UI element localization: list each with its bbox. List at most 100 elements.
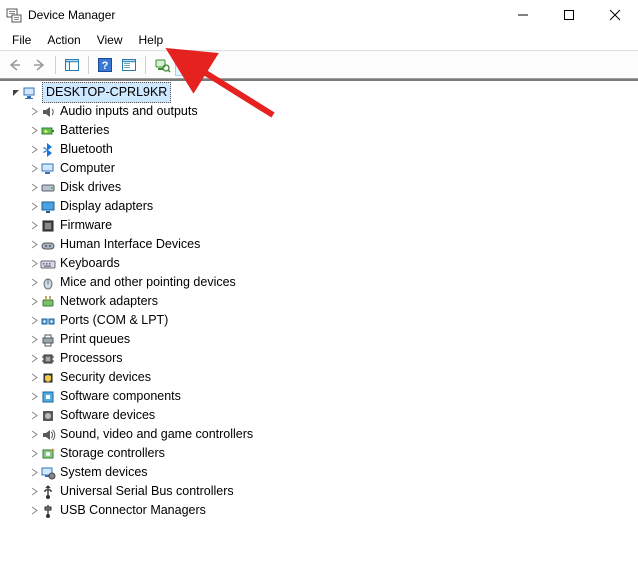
usbconn-icon xyxy=(40,503,56,519)
tree-item[interactable]: Display adapters xyxy=(28,197,638,216)
keyboard-icon xyxy=(40,256,56,272)
disk-icon xyxy=(40,180,56,196)
toolbar-help-button[interactable]: ? xyxy=(94,54,116,76)
toolbar-showhide-button[interactable] xyxy=(61,54,83,76)
tree-item[interactable]: Network adapters xyxy=(28,292,638,311)
tree-item[interactable]: Print queues xyxy=(28,330,638,349)
chevron-right-icon[interactable] xyxy=(28,202,40,211)
tree-item[interactable]: Bluetooth xyxy=(28,140,638,159)
svg-text:?: ? xyxy=(102,60,109,72)
toolbar-monitor-button[interactable] xyxy=(175,54,197,76)
sound-icon xyxy=(40,427,56,443)
chevron-right-icon[interactable] xyxy=(28,221,40,230)
tree-item-label: Human Interface Devices xyxy=(60,235,200,254)
chevron-right-icon[interactable] xyxy=(28,506,40,515)
chevron-right-icon[interactable] xyxy=(28,487,40,496)
menu-view[interactable]: View xyxy=(89,32,131,48)
tree-item-label: Sound, video and game controllers xyxy=(60,425,253,444)
tree-item-label: Keyboards xyxy=(60,254,120,273)
security-icon xyxy=(40,370,56,386)
chevron-right-icon[interactable] xyxy=(28,411,40,420)
chevron-right-icon[interactable] xyxy=(28,126,40,135)
chevron-right-icon[interactable] xyxy=(28,316,40,325)
chevron-right-icon[interactable] xyxy=(28,468,40,477)
tree-item-label: Firmware xyxy=(60,216,112,235)
chevron-right-icon[interactable] xyxy=(28,297,40,306)
window-title: Device Manager xyxy=(28,8,115,22)
tree-item[interactable]: Firmware xyxy=(28,216,638,235)
tree-root-row[interactable]: DESKTOP-CPRL9KR xyxy=(10,83,638,102)
swcomp-icon xyxy=(40,389,56,405)
maximize-button[interactable] xyxy=(546,0,592,30)
tree-item-label: Display adapters xyxy=(60,197,153,216)
toolbar-action-button[interactable] xyxy=(118,54,140,76)
tree-item-label: Bluetooth xyxy=(60,140,113,159)
menu-file[interactable]: File xyxy=(4,32,39,48)
close-button[interactable] xyxy=(592,0,638,30)
toolbar-forward-button[interactable] xyxy=(28,54,50,76)
system-icon xyxy=(40,465,56,481)
tree-item[interactable]: Disk drives xyxy=(28,178,638,197)
chevron-right-icon[interactable] xyxy=(28,240,40,249)
chevron-right-icon[interactable] xyxy=(28,354,40,363)
chevron-right-icon[interactable] xyxy=(28,335,40,344)
tree-item[interactable]: Audio inputs and outputs xyxy=(28,102,638,121)
tree-item-label: Disk drives xyxy=(60,178,121,197)
tree-item[interactable]: Software components xyxy=(28,387,638,406)
tree-item-label: Audio inputs and outputs xyxy=(60,102,198,121)
tree-item[interactable]: Storage controllers xyxy=(28,444,638,463)
tree-item[interactable]: Security devices xyxy=(28,368,638,387)
tree-item-label: Software devices xyxy=(60,406,155,425)
audio-icon xyxy=(40,104,56,120)
tree-item[interactable]: Computer xyxy=(28,159,638,178)
tree-children: Audio inputs and outputsBatteriesBluetoo… xyxy=(28,102,638,520)
chevron-right-icon[interactable] xyxy=(28,145,40,154)
tree-item-label: Processors xyxy=(60,349,123,368)
toolbar-back-button[interactable] xyxy=(4,54,26,76)
chevron-right-icon[interactable] xyxy=(28,259,40,268)
chevron-right-icon[interactable] xyxy=(28,392,40,401)
tree-item-label: Batteries xyxy=(60,121,109,140)
tree-item[interactable]: Ports (COM & LPT) xyxy=(28,311,638,330)
tree-item[interactable]: Software devices xyxy=(28,406,638,425)
computer-root-icon xyxy=(22,85,38,101)
firmware-icon xyxy=(40,218,56,234)
chevron-right-icon[interactable] xyxy=(28,164,40,173)
menu-help[interactable]: Help xyxy=(131,32,172,48)
tree-item-label: Universal Serial Bus controllers xyxy=(60,482,234,501)
menu-bar: File Action View Help xyxy=(0,30,638,50)
mouse-icon xyxy=(40,275,56,291)
hid-icon xyxy=(40,237,56,253)
chevron-right-icon[interactable] xyxy=(28,107,40,116)
tree-item-label: Network adapters xyxy=(60,292,158,311)
printer-icon xyxy=(40,332,56,348)
tree-item[interactable]: Processors xyxy=(28,349,638,368)
tree-item-label: Storage controllers xyxy=(60,444,165,463)
menu-action[interactable]: Action xyxy=(39,32,88,48)
chevron-right-icon[interactable] xyxy=(28,449,40,458)
bluetooth-icon xyxy=(40,142,56,158)
tree-item-label: Software components xyxy=(60,387,181,406)
app-icon xyxy=(6,7,22,23)
tree-root-label[interactable]: DESKTOP-CPRL9KR xyxy=(42,82,171,103)
chevron-right-icon[interactable] xyxy=(28,373,40,382)
tree-item[interactable]: Batteries xyxy=(28,121,638,140)
tree-item[interactable]: USB Connector Managers xyxy=(28,501,638,520)
tree-item[interactable]: Sound, video and game controllers xyxy=(28,425,638,444)
swdev-icon xyxy=(40,408,56,424)
device-tree[interactable]: DESKTOP-CPRL9KR Audio inputs and outputs… xyxy=(0,81,638,520)
tree-item[interactable]: Keyboards xyxy=(28,254,638,273)
tree-item[interactable]: Mice and other pointing devices xyxy=(28,273,638,292)
minimize-button[interactable] xyxy=(500,0,546,30)
chevron-down-icon[interactable] xyxy=(10,88,22,97)
tree-item[interactable]: System devices xyxy=(28,463,638,482)
chevron-right-icon[interactable] xyxy=(28,430,40,439)
tree-item[interactable]: Universal Serial Bus controllers xyxy=(28,482,638,501)
chevron-right-icon[interactable] xyxy=(28,278,40,287)
chevron-right-icon[interactable] xyxy=(28,183,40,192)
tree-item-label: USB Connector Managers xyxy=(60,501,206,520)
tree-item[interactable]: Human Interface Devices xyxy=(28,235,638,254)
computer-icon xyxy=(40,161,56,177)
toolbar-scan-button[interactable] xyxy=(151,54,173,76)
usb-icon xyxy=(40,484,56,500)
